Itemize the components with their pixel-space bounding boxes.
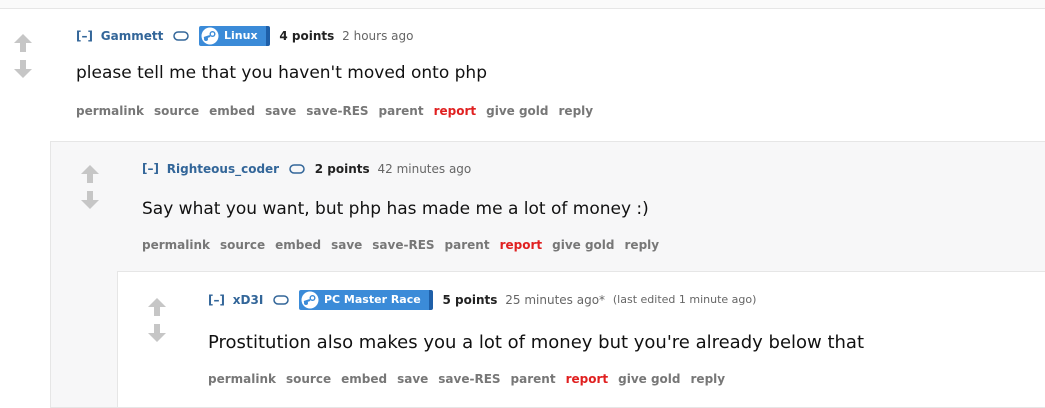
comment-body: please tell me that you haven't moved on… (76, 63, 487, 83)
score: 4 points (279, 29, 335, 43)
comment-actions: permalink source embed save save-RES parent re… (142, 238, 669, 252)
downvote-arrow-icon[interactable] (79, 189, 101, 211)
comment-actions: permalink source embed save save-RES parent re… (76, 104, 603, 118)
collapse-toggle[interactable]: [–] (142, 162, 159, 176)
author-link[interactable]: Gammett (101, 29, 164, 43)
page-top-border (0, 0, 1045, 9)
comment-tagline: [–] Gammett Linux 4 points 2 hours ago (76, 26, 413, 46)
timestamp: 42 minutes ago (377, 161, 472, 176)
embed-button[interactable]: embed (209, 104, 255, 118)
report-button[interactable]: report (566, 372, 609, 386)
author-link[interactable]: Righteous_coder (167, 162, 279, 176)
embed-button[interactable]: embed (341, 372, 387, 386)
timestamp: 25 minutes ago* (505, 293, 606, 307)
reply-button[interactable]: reply (691, 372, 726, 386)
save-button[interactable]: save (331, 238, 362, 252)
report-button[interactable]: report (500, 238, 543, 252)
permalink-button[interactable]: permalink (208, 372, 276, 386)
parent-button[interactable]: parent (379, 104, 424, 118)
flair-label: PC Master Race (323, 293, 421, 306)
report-button[interactable]: report (434, 104, 477, 118)
parent-button[interactable]: parent (511, 372, 556, 386)
permalink-button[interactable]: permalink (76, 104, 144, 118)
downvote-arrow-icon[interactable] (12, 58, 34, 80)
score: 2 points (314, 161, 370, 176)
user-flair: PC Master Race (298, 290, 433, 310)
steam-logo-icon (201, 27, 219, 45)
comment-tagline: [–] xD3I PC Master Race 5 points 25 minu… (208, 290, 756, 310)
source-button[interactable]: source (220, 238, 265, 252)
parent-button[interactable]: parent (445, 238, 490, 252)
vote-controls (79, 163, 101, 211)
collapse-toggle[interactable]: [–] (76, 29, 93, 43)
timestamp: 2 hours ago (342, 29, 414, 43)
source-button[interactable]: source (154, 104, 199, 118)
score: 5 points (442, 293, 498, 307)
author-link[interactable]: xD3I (233, 293, 264, 307)
upvote-arrow-icon[interactable] (79, 163, 101, 185)
source-button[interactable]: source (286, 372, 331, 386)
steam-logo-icon (301, 291, 319, 309)
comment-actions: permalink source embed save save-RES parent re… (208, 372, 735, 386)
flair-label: Linux (224, 29, 258, 42)
reply-button[interactable]: reply (559, 104, 594, 118)
vote-controls (12, 32, 34, 80)
save-button[interactable]: save (265, 104, 296, 118)
reply-button[interactable]: reply (625, 238, 660, 252)
downvote-arrow-icon[interactable] (146, 322, 168, 344)
user-flair: Linux (199, 26, 270, 46)
comment-body: Prostitution also makes you a lot of mon… (208, 332, 865, 353)
vote-controls (146, 296, 168, 344)
chat-bubble-icon[interactable] (289, 163, 305, 174)
edited-note: (last edited 1 minute ago) (612, 293, 757, 306)
embed-button[interactable]: embed (275, 238, 321, 252)
chat-bubble-icon[interactable] (173, 31, 189, 41)
give-gold-button[interactable]: give gold (552, 238, 614, 252)
comment-body: Say what you want, but php has made me a… (142, 199, 649, 219)
chat-bubble-icon[interactable] (273, 295, 289, 305)
upvote-arrow-icon[interactable] (12, 32, 34, 54)
give-gold-button[interactable]: give gold (486, 104, 548, 118)
upvote-arrow-icon[interactable] (146, 296, 168, 318)
give-gold-button[interactable]: give gold (618, 372, 680, 386)
save-button[interactable]: save (397, 372, 428, 386)
save-res-button[interactable]: save-RES (306, 104, 368, 118)
comment-tagline: [–] Righteous_coder 2 points 42 minutes … (142, 159, 471, 178)
save-res-button[interactable]: save-RES (438, 372, 500, 386)
collapse-toggle[interactable]: [–] (208, 293, 225, 307)
permalink-button[interactable]: permalink (142, 238, 210, 252)
save-res-button[interactable]: save-RES (372, 238, 434, 252)
